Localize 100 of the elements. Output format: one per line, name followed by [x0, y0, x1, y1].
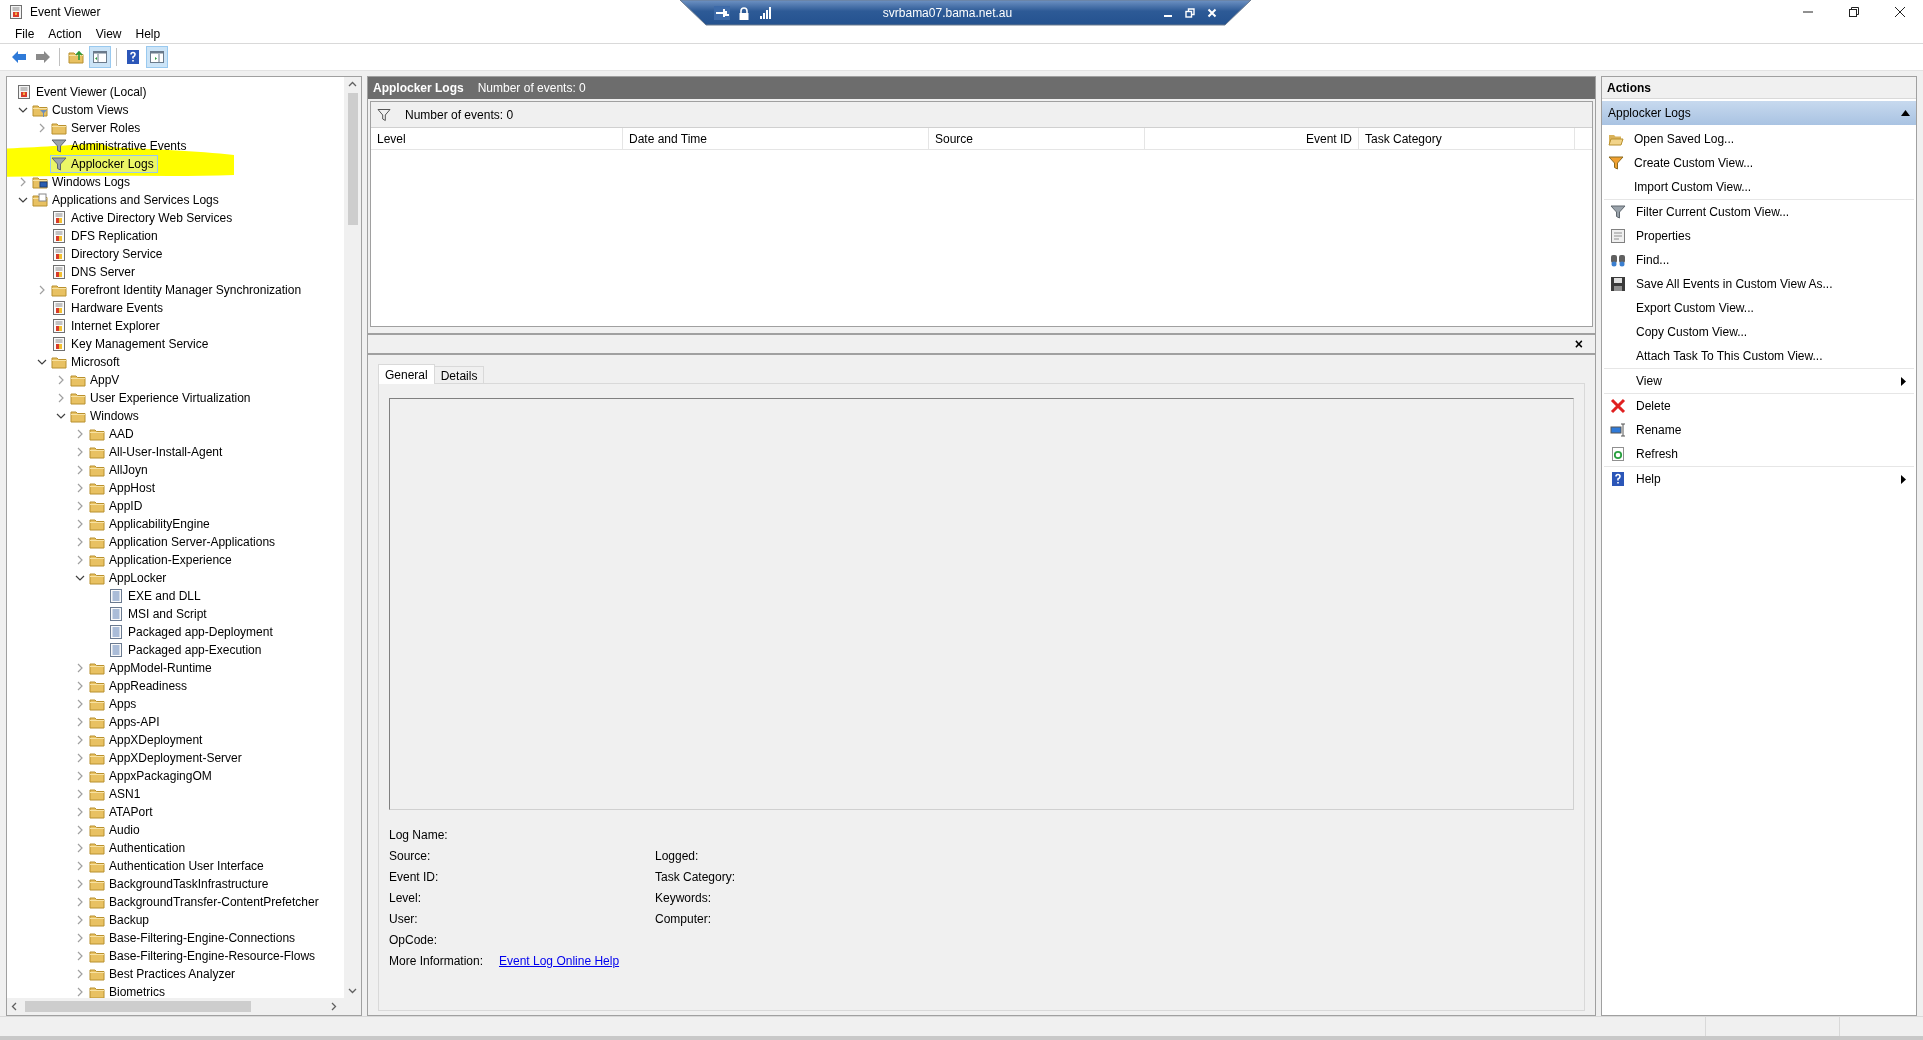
- expand-chevron-icon[interactable]: [75, 933, 85, 943]
- expand-chevron-icon[interactable]: [75, 843, 85, 853]
- tree-item[interactable]: Forefront Identity Manager Synchronization: [50, 281, 306, 299]
- command-item[interactable]: Rename: [1604, 418, 1914, 442]
- tree-item[interactable]: AppXDeployment-Server: [88, 749, 246, 767]
- tree-item[interactable]: ATAPort: [88, 803, 157, 821]
- expand-chevron-icon[interactable]: [75, 681, 85, 691]
- collapse-chevron-icon[interactable]: [75, 573, 85, 583]
- command-item[interactable]: View: [1604, 369, 1914, 393]
- tree-item[interactable]: All-User-Install-Agent: [88, 443, 227, 461]
- column-header[interactable]: Level: [371, 128, 623, 150]
- expand-chevron-icon[interactable]: [37, 285, 47, 295]
- expand-chevron-icon[interactable]: [75, 771, 85, 781]
- expand-chevron-icon[interactable]: [75, 663, 85, 673]
- command-item[interactable]: Copy Custom View...: [1604, 320, 1914, 344]
- column-header[interactable]: Task Category: [1359, 128, 1575, 150]
- panel-icon[interactable]: [92, 49, 108, 65]
- tree-item[interactable]: Custom Views: [31, 101, 133, 119]
- command-item[interactable]: Delete: [1604, 394, 1914, 418]
- command-item[interactable]: Find...: [1604, 248, 1914, 272]
- panel-icon[interactable]: [149, 49, 165, 65]
- tree-item[interactable]: EXE and DLL: [107, 587, 205, 605]
- tree-item[interactable]: Apps-API: [88, 713, 164, 731]
- expand-chevron-icon[interactable]: [75, 807, 85, 817]
- command-item[interactable]: Refresh: [1604, 442, 1914, 466]
- scroll-down-icon[interactable]: [348, 988, 357, 994]
- collapse-chevron-icon[interactable]: [56, 411, 66, 421]
- tree-item[interactable]: AppxPackagingOM: [88, 767, 216, 785]
- tree-item[interactable]: Authentication User Interface: [88, 857, 268, 875]
- folder-up-icon[interactable]: [68, 49, 84, 65]
- command-item[interactable]: Open Saved Log...: [1602, 127, 1916, 151]
- tree-item[interactable]: Internet Explorer: [50, 317, 164, 335]
- command-item[interactable]: Create Custom View...: [1602, 151, 1916, 175]
- expand-chevron-icon[interactable]: [56, 393, 66, 403]
- tree-item[interactable]: Backup: [88, 911, 154, 929]
- tree-item[interactable]: Base-Filtering-Engine-Connections: [88, 929, 300, 947]
- tree-item[interactable]: Best Practices Analyzer: [88, 965, 240, 983]
- tree-item[interactable]: Authentication: [88, 839, 190, 857]
- expand-chevron-icon[interactable]: [75, 789, 85, 799]
- expand-chevron-icon[interactable]: [75, 555, 85, 565]
- expand-chevron-icon[interactable]: [37, 123, 47, 133]
- tree-item[interactable]: ApplicabilityEngine: [88, 515, 214, 533]
- expand-chevron-icon[interactable]: [75, 987, 85, 997]
- help-link[interactable]: Event Log Online Help: [499, 951, 620, 970]
- help-icon[interactable]: [125, 49, 141, 65]
- tree-item[interactable]: Windows: [69, 407, 143, 425]
- expand-chevron-icon[interactable]: [75, 915, 85, 925]
- command-item[interactable]: Export Custom View...: [1604, 296, 1914, 320]
- tree-item[interactable]: AppXDeployment: [88, 731, 207, 749]
- tree-item[interactable]: AppLocker: [88, 569, 171, 587]
- expand-chevron-icon[interactable]: [75, 735, 85, 745]
- vertical-scrollbar[interactable]: [344, 77, 361, 998]
- tree-item[interactable]: MSI and Script: [107, 605, 211, 623]
- close-icon[interactable]: [1207, 8, 1217, 18]
- command-item[interactable]: Attach Task To This Custom View...: [1604, 344, 1914, 368]
- menu-item[interactable]: View: [88, 23, 129, 44]
- tree-item[interactable]: Base-Filtering-Engine-Resource-Flows: [88, 947, 320, 965]
- tab[interactable]: Details: [433, 366, 485, 383]
- menu-item[interactable]: Action: [41, 23, 89, 44]
- expand-chevron-icon[interactable]: [75, 861, 85, 871]
- collapse-arrow-icon[interactable]: [1901, 110, 1910, 116]
- scroll-thumb[interactable]: [25, 1001, 251, 1012]
- collapse-chevron-icon[interactable]: [37, 357, 47, 367]
- restore-icon[interactable]: [1185, 8, 1195, 18]
- scroll-thumb[interactable]: [347, 93, 358, 225]
- tree-item[interactable]: DNS Server: [50, 263, 139, 281]
- tree-item[interactable]: Application Server-Applications: [88, 533, 280, 551]
- tree-item[interactable]: Active Directory Web Services: [50, 209, 237, 227]
- expand-chevron-icon[interactable]: [75, 879, 85, 889]
- expand-chevron-icon[interactable]: [56, 375, 66, 385]
- tree-item[interactable]: BackgroundTransfer-ContentPrefetcher: [88, 893, 323, 911]
- expand-chevron-icon[interactable]: [75, 483, 85, 493]
- tree-item[interactable]: Biometrics: [88, 983, 169, 998]
- tree-item[interactable]: Apps: [88, 695, 141, 713]
- tree-item[interactable]: Application-Experience: [88, 551, 236, 569]
- collapse-chevron-icon[interactable]: [18, 105, 28, 115]
- expand-chevron-icon[interactable]: [75, 465, 85, 475]
- collapse-chevron-icon[interactable]: [18, 195, 28, 205]
- expand-chevron-icon[interactable]: [75, 429, 85, 439]
- pin-icon[interactable]: [714, 6, 730, 20]
- tree-item[interactable]: Directory Service: [50, 245, 167, 263]
- scroll-left-icon[interactable]: [11, 1002, 17, 1011]
- tree-item[interactable]: Packaged app-Execution: [107, 641, 266, 659]
- tree-item[interactable]: Key Management Service: [50, 335, 213, 353]
- scroll-right-icon[interactable]: [331, 1002, 337, 1011]
- expand-chevron-icon[interactable]: [75, 447, 85, 457]
- tree-item[interactable]: AppModel-Runtime: [88, 659, 216, 677]
- command-item[interactable]: Import Custom View...: [1602, 175, 1916, 199]
- expand-chevron-icon[interactable]: [75, 753, 85, 763]
- expand-chevron-icon[interactable]: [75, 717, 85, 727]
- menu-item[interactable]: Help: [128, 23, 168, 44]
- column-header[interactable]: Date and Time: [623, 128, 929, 150]
- expand-chevron-icon[interactable]: [75, 897, 85, 907]
- expand-chevron-icon[interactable]: [75, 699, 85, 709]
- expand-chevron-icon[interactable]: [75, 969, 85, 979]
- menu-item[interactable]: File: [8, 23, 42, 44]
- expand-chevron-icon[interactable]: [18, 177, 28, 187]
- tree-item[interactable]: AAD: [88, 425, 138, 443]
- tree-item[interactable]: Server Roles: [50, 119, 145, 137]
- tree-item[interactable]: Event Viewer (Local): [15, 83, 151, 101]
